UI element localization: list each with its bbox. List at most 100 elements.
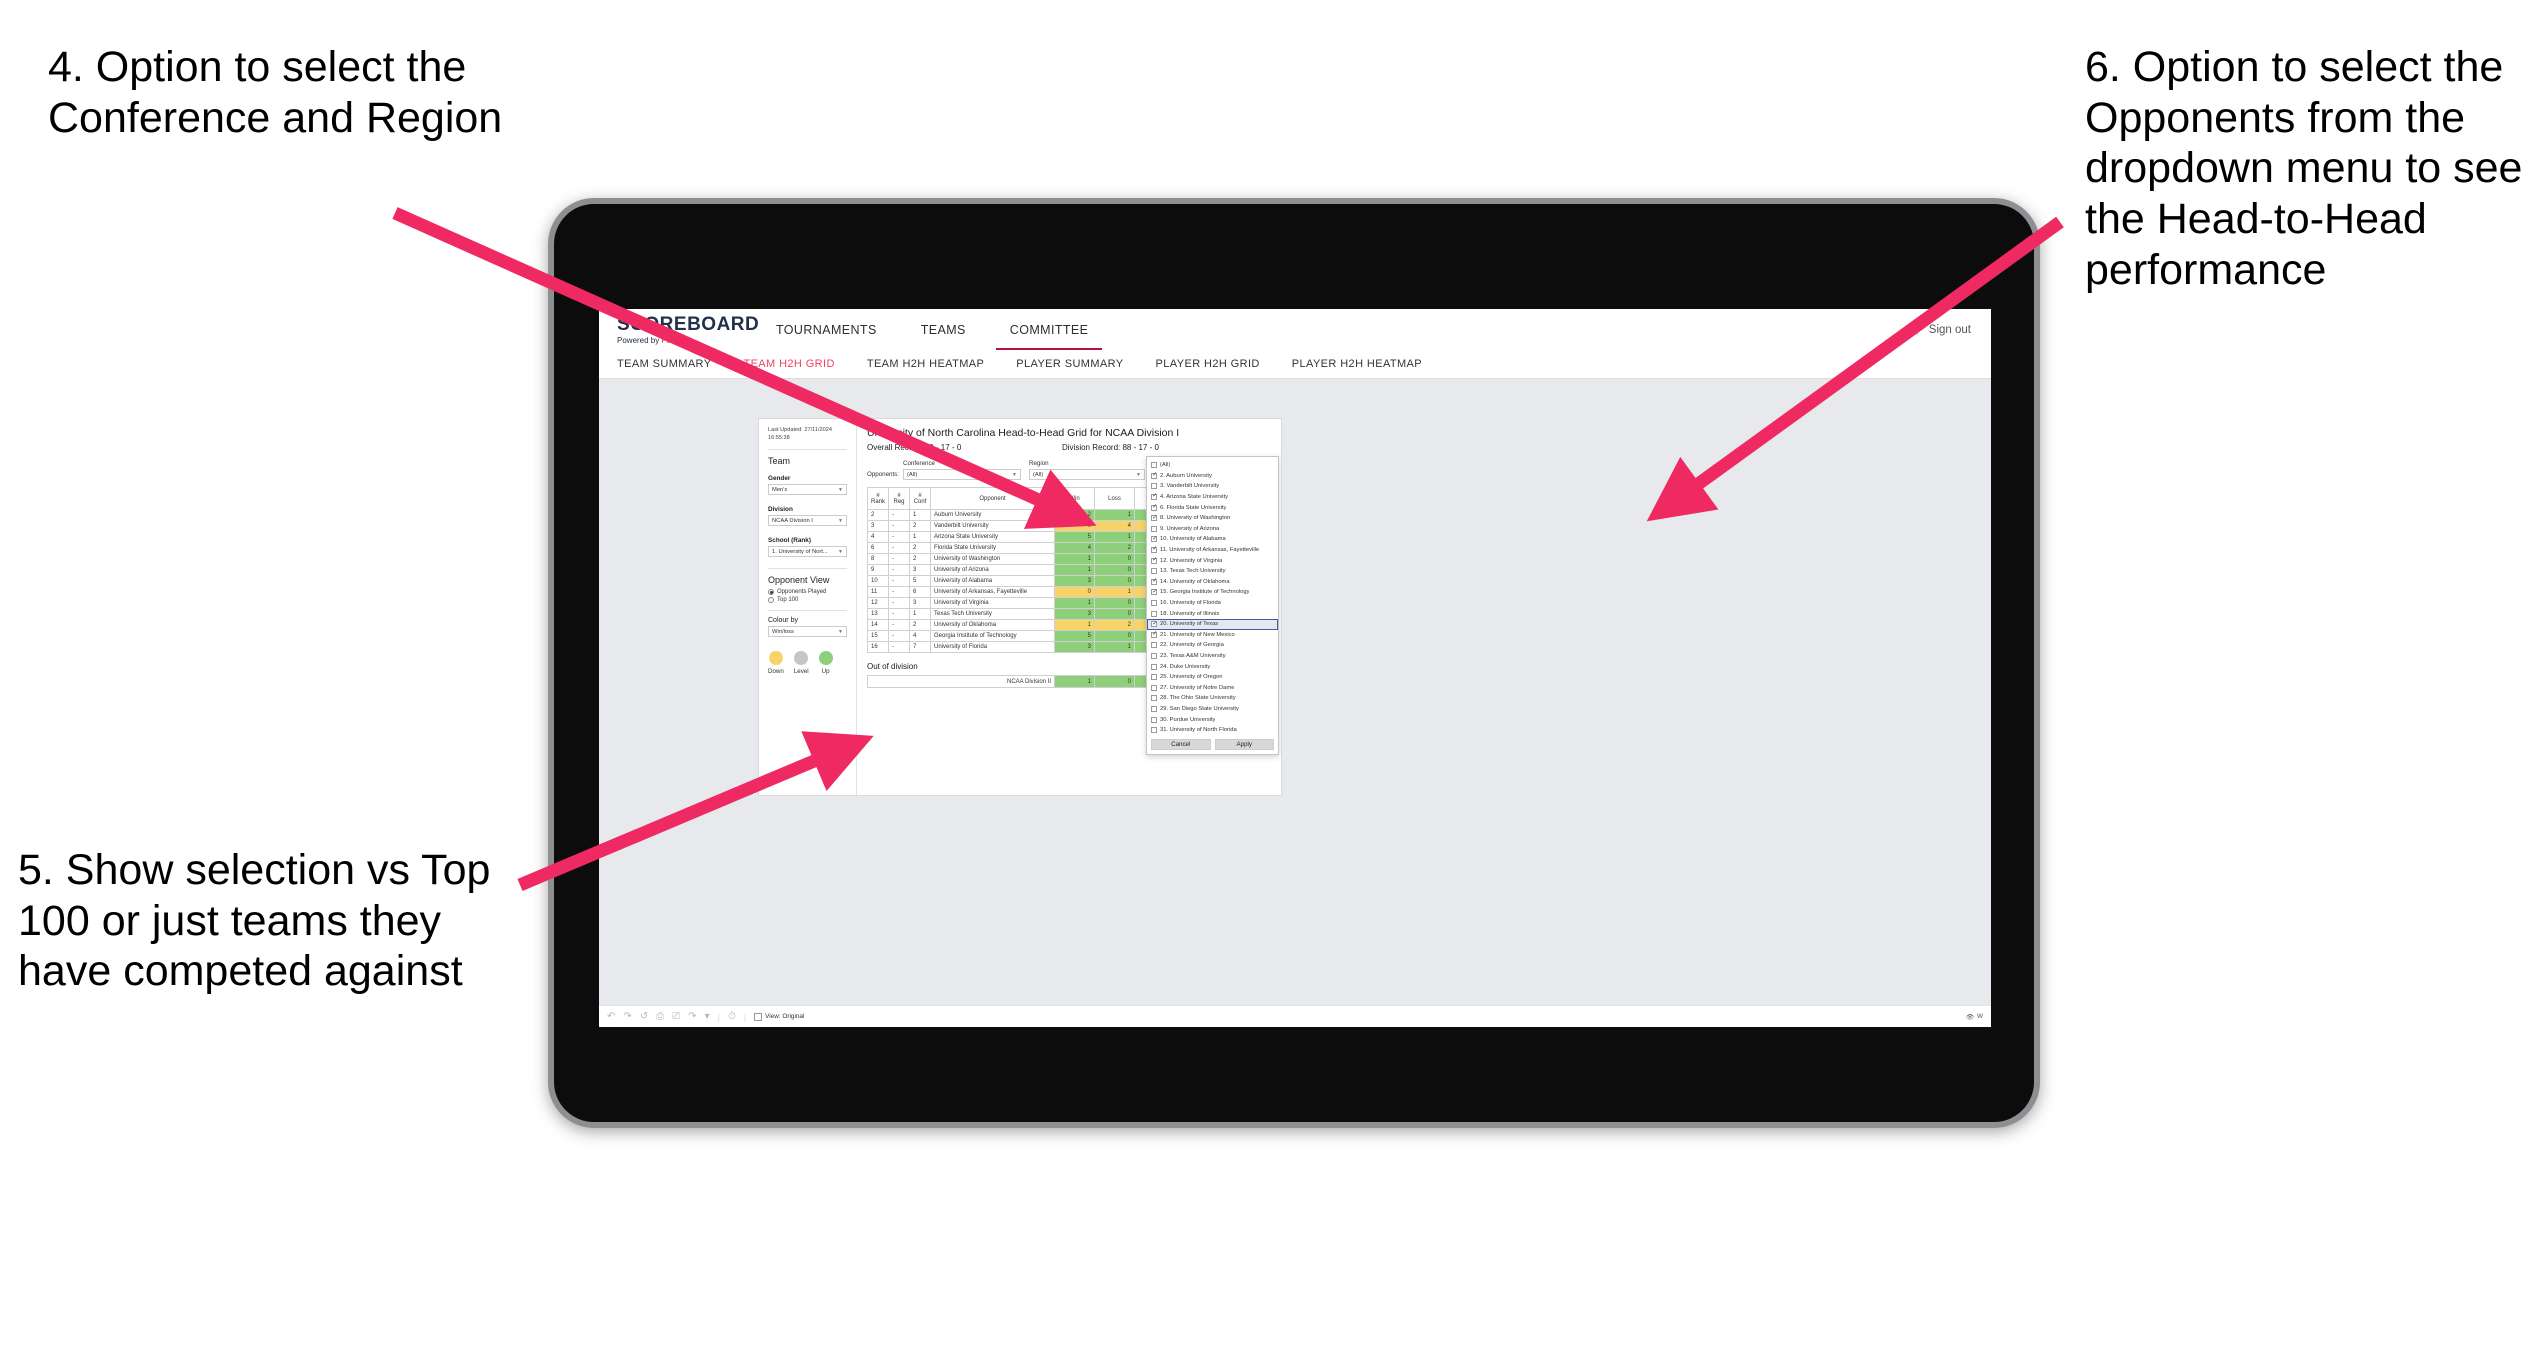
dropdown-item[interactable]: 3. Vanderbilt University — [1147, 481, 1278, 492]
dropdown-item[interactable]: 6. Florida State University — [1147, 502, 1278, 513]
sub-navigation-bar: TEAM SUMMARY TEAM H2H GRID TEAM H2H HEAT… — [599, 350, 1991, 379]
subnav-item-player-summary[interactable]: PLAYER SUMMARY — [1000, 358, 1139, 370]
checkbox-unchecked-icon[interactable] — [1151, 462, 1157, 469]
checkbox-checked-icon[interactable] — [1151, 504, 1157, 511]
checkbox-checked-icon[interactable] — [1151, 557, 1157, 564]
apply-button[interactable]: Apply — [1214, 739, 1274, 751]
checkbox-unchecked-icon[interactable] — [1151, 568, 1157, 575]
checkbox-checked-icon[interactable] — [1151, 578, 1157, 585]
dropdown-item[interactable]: (All) — [1147, 460, 1278, 471]
table-row[interactable]: 16-7 University of Florida 3 1 — [866, 641, 1158, 653]
dropdown-item[interactable]: 25. University of Oregon — [1147, 672, 1278, 683]
table-row[interactable]: 6-2 Florida State University 4 2 — [866, 542, 1158, 554]
share-icon[interactable]: ↷ — [688, 1011, 696, 1022]
watch-icon[interactable]: 👁 — [1966, 1013, 1974, 1021]
dropdown-item[interactable]: 8. University of Washington — [1147, 513, 1278, 524]
radio-top-100[interactable]: Top 100 — [768, 597, 847, 604]
table-row[interactable]: 14-2 University of Oklahoma 1 2 — [866, 619, 1158, 631]
subnav-item-team-h2h-heatmap[interactable]: TEAM H2H HEATMAP — [851, 358, 1000, 370]
table-row[interactable]: 3-2 Vanderbilt University 0 4 — [866, 520, 1158, 532]
revert-icon[interactable]: ↺ — [640, 1011, 648, 1022]
dropdown-item[interactable]: 15. Georgia Institute of Technology — [1147, 587, 1278, 598]
dropdown-item[interactable]: 2. Auburn University — [1147, 471, 1278, 482]
checkbox-checked-icon[interactable] — [1151, 621, 1157, 628]
dropdown-item[interactable]: 14. University of Oklahoma — [1147, 577, 1278, 588]
dropdown-item[interactable]: 20. University of Texas — [1147, 618, 1278, 630]
table-row[interactable]: 10-5 University of Alabama 3 0 — [866, 575, 1158, 587]
checkbox-unchecked-icon[interactable] — [1151, 663, 1157, 670]
app-logo[interactable]: SCOREBOARD Powered by Feed — [599, 315, 759, 345]
table-row[interactable]: 8-2 University of Washington 1 0 — [866, 553, 1158, 565]
table-row[interactable]: 9-3 University of Arizona 1 0 — [866, 564, 1158, 576]
chevron-down-icon[interactable]: ▾ — [705, 1011, 710, 1022]
checkbox-unchecked-icon[interactable] — [1151, 716, 1157, 723]
colour-by-select[interactable]: Win/loss ▼ — [768, 626, 847, 638]
sign-out-link[interactable]: Sign out — [1929, 324, 1971, 336]
checkbox-unchecked-icon[interactable] — [1151, 642, 1157, 649]
subnav-item-player-h2h-heatmap[interactable]: PLAYER H2H HEATMAP — [1276, 358, 1438, 370]
table-row[interactable]: 11-6 University of Arkansas, Fayetteville… — [866, 586, 1158, 598]
dropdown-item-label: 16. University of Florida — [1160, 600, 1221, 607]
dropdown-item[interactable]: 31. University of North Florida — [1147, 725, 1278, 736]
dropdown-item[interactable]: 11. University of Arkansas, Fayetteville — [1147, 545, 1278, 556]
opponent-dropdown-menu[interactable]: (All) 2. Auburn University 3. Vanderbilt U… — [1146, 456, 1279, 756]
checkbox-checked-icon[interactable] — [1151, 515, 1157, 522]
school-select[interactable]: 1. University of Nort... ▼ — [768, 546, 847, 558]
history-icon[interactable]: ⏱ — [728, 1011, 736, 1022]
dropdown-item[interactable]: 21. University of New Mexico — [1147, 630, 1278, 641]
undo-icon[interactable]: ↶ — [607, 1011, 615, 1022]
redo-icon[interactable]: ↷ — [623, 1011, 631, 1022]
checkbox-unchecked-icon[interactable] — [1151, 674, 1157, 681]
subnav-item-team-h2h-grid[interactable]: TEAM H2H GRID — [727, 358, 850, 370]
checkbox-checked-icon[interactable] — [1151, 536, 1157, 543]
refresh-data-icon[interactable]: ⎙ — [656, 1011, 664, 1022]
checkbox-checked-icon[interactable] — [1151, 472, 1157, 479]
dropdown-item[interactable]: 27. University of Notre Dame — [1147, 682, 1278, 693]
dropdown-item[interactable]: 23. Texas A&M University — [1147, 651, 1278, 662]
dropdown-item[interactable]: 18. University of Illinois — [1147, 608, 1278, 619]
checkbox-unchecked-icon[interactable] — [1151, 600, 1157, 607]
division-select[interactable]: NCAA Division I ▼ — [768, 515, 847, 527]
dropdown-item[interactable]: 10. University of Alabama — [1147, 534, 1278, 545]
gender-select[interactable]: Men's ▼ — [768, 484, 847, 496]
radio-opponents-played[interactable]: Opponents Played — [768, 589, 847, 596]
checkbox-unchecked-icon[interactable] — [1151, 525, 1157, 532]
region-filter-select[interactable]: (All) ▼ — [1029, 469, 1145, 480]
dropdown-item[interactable]: 4. Arizona State University — [1147, 492, 1278, 503]
checkbox-unchecked-icon[interactable] — [1151, 684, 1157, 691]
table-row[interactable]: 4-1 Arizona State University 5 1 — [866, 531, 1158, 543]
cancel-button[interactable]: Cancel — [1151, 739, 1211, 751]
nav-item-tournaments[interactable]: TOURNAMENTS — [754, 309, 899, 350]
table-row[interactable]: 2-1 Auburn University 2 1 — [866, 509, 1158, 521]
dropdown-item[interactable]: 28. The Ohio State University — [1147, 693, 1278, 704]
conference-filter-select[interactable]: (All) ▼ — [903, 469, 1021, 480]
cell-reg: - — [888, 586, 911, 598]
checkbox-checked-icon[interactable] — [1151, 493, 1157, 501]
dropdown-item[interactable]: 30. Purdue University — [1147, 714, 1278, 725]
checkbox-unchecked-icon[interactable] — [1151, 705, 1157, 712]
checkbox-unchecked-icon[interactable] — [1151, 652, 1157, 659]
checkbox-checked-icon[interactable] — [1151, 546, 1157, 554]
subnav-item-team-summary[interactable]: TEAM SUMMARY — [599, 358, 727, 370]
checkbox-checked-icon[interactable] — [1151, 631, 1157, 638]
dropdown-item[interactable]: 16. University of Florida — [1147, 598, 1278, 609]
table-row[interactable]: 12-3 University of Virginia 1 0 — [866, 597, 1158, 609]
dropdown-item[interactable]: 24. Duke University — [1147, 661, 1278, 672]
checkbox-unchecked-icon[interactable] — [1151, 727, 1157, 734]
checkbox-checked-icon[interactable] — [1151, 589, 1157, 596]
checkbox-unchecked-icon[interactable] — [1151, 695, 1157, 702]
dropdown-item[interactable]: 22. University of Georgia — [1147, 640, 1278, 651]
table-row[interactable]: 15-4 Georgia Institute of Technology 5 0 — [866, 630, 1158, 642]
view-original-button[interactable]: View: Original — [754, 1012, 804, 1021]
dropdown-item[interactable]: 29. San Diego State University — [1147, 704, 1278, 715]
checkbox-unchecked-icon[interactable] — [1151, 483, 1157, 490]
dropdown-item[interactable]: 9. University of Arizona — [1147, 524, 1278, 535]
dropdown-item[interactable]: 12. University of Virginia — [1147, 555, 1278, 566]
checkbox-unchecked-icon[interactable] — [1151, 610, 1157, 617]
table-row[interactable]: 13-1 Texas Tech University 3 0 — [866, 608, 1158, 620]
subnav-item-player-h2h-grid[interactable]: PLAYER H2H GRID — [1140, 358, 1276, 370]
nav-item-committee[interactable]: COMMITTEE — [988, 309, 1111, 350]
dropdown-item[interactable]: 13. Texas Tech University — [1147, 566, 1278, 577]
pause-updates-icon[interactable]: ⎚ — [672, 1011, 680, 1022]
nav-item-teams[interactable]: TEAMS — [899, 309, 988, 350]
